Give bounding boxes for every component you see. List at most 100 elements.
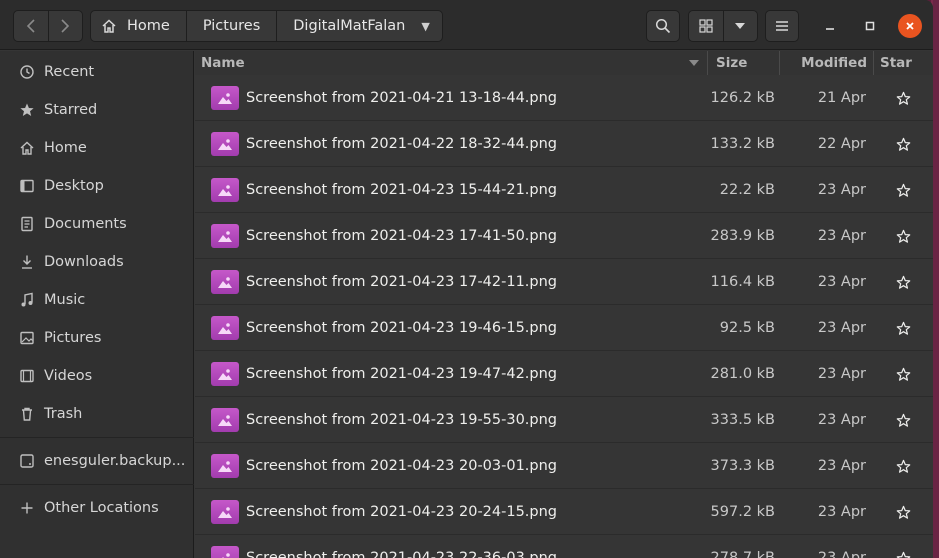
- file-modified: 23 Apr: [817, 458, 866, 474]
- sidebar-item-home[interactable]: Home: [0, 129, 194, 167]
- caret-down-icon: ▼: [421, 19, 430, 33]
- caret-down-icon: [735, 23, 746, 29]
- sidebar-item-desktop[interactable]: Desktop: [0, 167, 194, 205]
- column-label: Size: [716, 55, 748, 71]
- file-list: Name Size Modified Star Screenshot from …: [195, 51, 933, 558]
- close-button[interactable]: [898, 14, 922, 38]
- star-toggle[interactable]: [893, 443, 913, 489]
- star-outline-icon: [896, 367, 910, 381]
- files-window: Home Pictures DigitalMatFalan ▼ Recent S…: [0, 0, 933, 558]
- sidebar-item-label: Pictures: [44, 330, 102, 346]
- maximize-button[interactable]: [858, 14, 882, 38]
- star-toggle[interactable]: [893, 75, 913, 121]
- image-file-icon: [211, 500, 239, 524]
- star-outline-icon: [896, 137, 910, 151]
- breadcrumb-home[interactable]: Home: [91, 11, 186, 41]
- table-row[interactable]: Screenshot from 2021-04-22 18-32-44.png 1…: [195, 121, 933, 167]
- file-modified: 23 Apr: [817, 366, 866, 382]
- sort-down-icon: [689, 51, 701, 75]
- sidebar-item-starred[interactable]: Starred: [0, 91, 194, 129]
- column-divider: [873, 51, 874, 75]
- table-row[interactable]: Screenshot from 2021-04-23 17-42-11.png 1…: [195, 259, 933, 305]
- table-row[interactable]: Screenshot from 2021-04-23 20-24-15.png 5…: [195, 489, 933, 535]
- chevron-left-icon: [26, 19, 35, 33]
- forward-button[interactable]: [47, 11, 83, 41]
- back-button[interactable]: [14, 11, 48, 41]
- minimize-button[interactable]: [818, 14, 842, 38]
- sidebar-item-other-locations[interactable]: Other Locations: [0, 489, 194, 527]
- file-size: 373.3 kB: [710, 458, 775, 474]
- table-row[interactable]: Screenshot from 2021-04-23 17-41-50.png 2…: [195, 213, 933, 259]
- image-file-icon: [211, 132, 239, 156]
- menu-button[interactable]: [765, 10, 799, 42]
- sidebar-divider: [0, 437, 194, 438]
- star-outline-icon: [896, 413, 910, 427]
- sidebar-item-pictures[interactable]: Pictures: [0, 319, 194, 357]
- drive-icon: [18, 453, 36, 469]
- file-size: 333.5 kB: [710, 412, 775, 428]
- file-name: Screenshot from 2021-04-23 15-44-21.png: [246, 182, 558, 198]
- table-row[interactable]: Screenshot from 2021-04-23 19-46-15.png 9…: [195, 305, 933, 351]
- star-toggle[interactable]: [893, 121, 913, 167]
- table-row[interactable]: Screenshot from 2021-04-23 20-03-01.png 3…: [195, 443, 933, 489]
- file-size: 116.4 kB: [710, 274, 775, 290]
- breadcrumb-pictures[interactable]: Pictures: [185, 11, 276, 41]
- sidebar-item-downloads[interactable]: Downloads: [0, 243, 194, 281]
- sidebar: Recent Starred Home Desktop Documents Do…: [0, 51, 194, 558]
- hamburger-icon: [776, 21, 788, 31]
- star-toggle[interactable]: [893, 167, 913, 213]
- sidebar-item-music[interactable]: Music: [0, 281, 194, 319]
- clock-icon: [18, 64, 36, 80]
- star-toggle[interactable]: [893, 213, 913, 259]
- star-toggle[interactable]: [893, 351, 913, 397]
- image-file-icon: [211, 178, 239, 202]
- grid-view-button[interactable]: [689, 11, 723, 41]
- table-row[interactable]: Screenshot from 2021-04-23 15-44-21.png 2…: [195, 167, 933, 213]
- star-toggle[interactable]: [893, 397, 913, 443]
- star-toggle[interactable]: [893, 305, 913, 351]
- star-toggle[interactable]: [893, 489, 913, 535]
- star-outline-icon: [896, 229, 910, 243]
- sidebar-item-trash[interactable]: Trash: [0, 395, 194, 433]
- table-row[interactable]: Screenshot from 2021-04-23 19-55-30.png 3…: [195, 397, 933, 443]
- sidebar-item-label: Other Locations: [44, 500, 159, 516]
- file-size: 126.2 kB: [710, 90, 775, 106]
- file-modified: 23 Apr: [817, 504, 866, 520]
- file-modified: 23 Apr: [817, 274, 866, 290]
- sidebar-item-drive[interactable]: enesguler.backup...: [0, 442, 194, 480]
- sidebar-item-documents[interactable]: Documents: [0, 205, 194, 243]
- image-file-icon: [211, 316, 239, 340]
- star-outline-icon: [896, 505, 910, 519]
- maximize-icon: [865, 21, 875, 31]
- table-row[interactable]: Screenshot from 2021-04-23 22-36-03.png 2…: [195, 535, 933, 558]
- home-icon: [102, 19, 116, 33]
- file-size: 92.5 kB: [719, 320, 775, 336]
- column-header-star[interactable]: Star: [880, 51, 930, 75]
- video-icon: [18, 368, 36, 384]
- sidebar-item-label: Recent: [44, 64, 95, 80]
- image-file-icon: [211, 224, 239, 248]
- column-header-name[interactable]: Name: [201, 51, 706, 75]
- plus-icon: [18, 501, 36, 515]
- file-modified: 23 Apr: [817, 182, 866, 198]
- table-row[interactable]: Screenshot from 2021-04-21 13-18-44.png 1…: [195, 75, 933, 121]
- column-header-size[interactable]: Size: [716, 51, 776, 75]
- chevron-right-icon: [61, 19, 70, 33]
- picture-icon: [18, 330, 36, 346]
- desktop-icon: [18, 178, 36, 194]
- file-size: 133.2 kB: [710, 136, 775, 152]
- breadcrumb-current[interactable]: DigitalMatFalan ▼: [276, 11, 442, 41]
- image-file-icon: [211, 454, 239, 478]
- star-toggle[interactable]: [893, 535, 913, 558]
- search-button[interactable]: [646, 10, 680, 42]
- star-icon: [18, 102, 36, 118]
- sidebar-item-label: enesguler.backup...: [44, 453, 186, 469]
- view-options-button[interactable]: [722, 11, 758, 41]
- file-modified: 23 Apr: [817, 228, 866, 244]
- file-size: 283.9 kB: [710, 228, 775, 244]
- table-row[interactable]: Screenshot from 2021-04-23 19-47-42.png 2…: [195, 351, 933, 397]
- star-toggle[interactable]: [893, 259, 913, 305]
- sidebar-item-recent[interactable]: Recent: [0, 53, 194, 91]
- sidebar-item-videos[interactable]: Videos: [0, 357, 194, 395]
- column-header-modified[interactable]: Modified: [785, 51, 867, 75]
